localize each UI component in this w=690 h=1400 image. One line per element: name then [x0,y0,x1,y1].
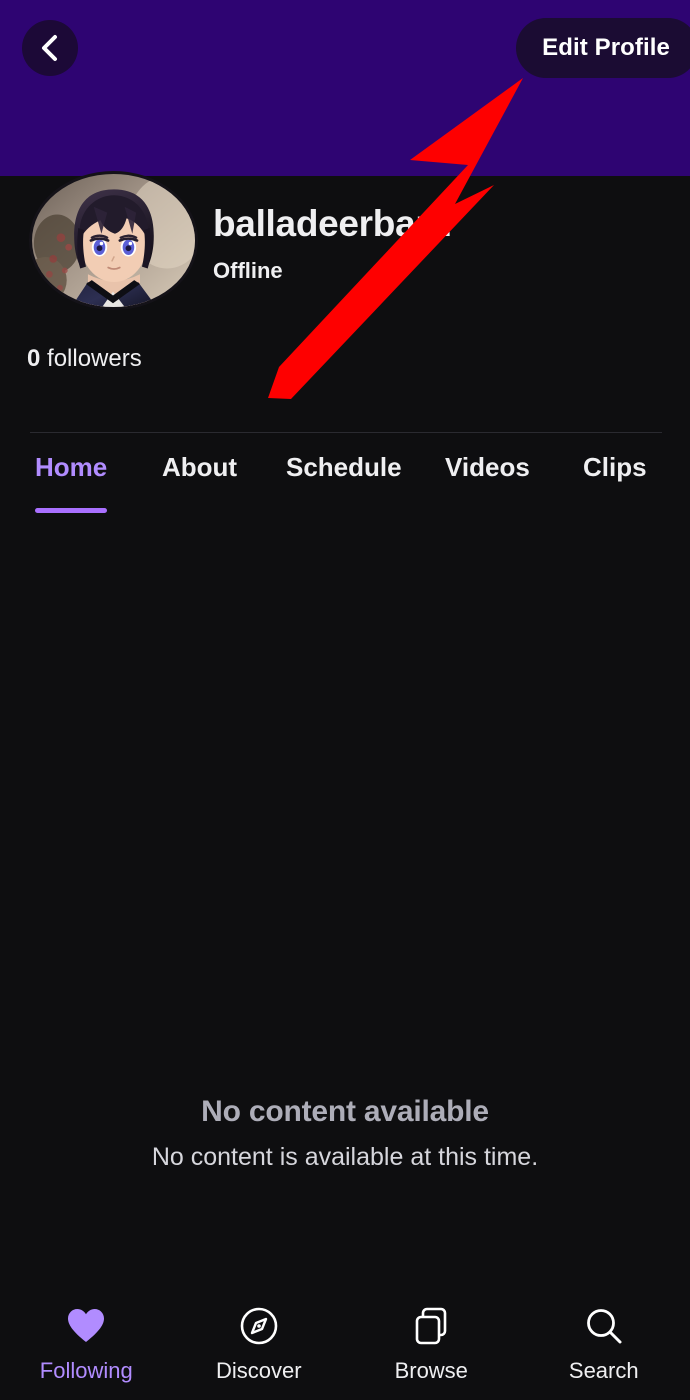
bottom-navigation: Following Discover Browse Search [0,1288,690,1400]
profile-tabs: Home About Schedule Videos Clips [0,452,690,527]
tab-schedule-label: Schedule [286,452,402,482]
nav-label-discover: Discover [215,1358,302,1383]
status-badge: Offline [213,258,283,283]
tab-schedule[interactable]: Schedule [286,452,402,483]
heart-icon [64,1304,108,1348]
chevron-left-icon [37,33,63,63]
tab-clips[interactable]: Clips [583,452,647,483]
cards-stack-icon [409,1304,453,1348]
profile-screen: Edit Profile balladeerbard Offline 0 fol… [0,0,690,1400]
empty-state-title: No content available [201,1095,489,1128]
tab-clips-label: Clips [583,452,647,482]
edit-profile-button[interactable]: Edit Profile [516,18,690,78]
empty-state: No content available No content is avail… [0,1095,690,1172]
nav-item-browse[interactable]: Browse [345,1288,518,1400]
magnifier-icon [582,1304,626,1348]
tab-about[interactable]: About [162,452,237,483]
tab-home-label: Home [35,452,108,482]
tab-videos[interactable]: Videos [445,452,530,483]
avatar-image [32,174,195,307]
tab-about-label: About [162,452,238,482]
avatar[interactable] [29,171,198,310]
nav-item-discover[interactable]: Discover [173,1288,346,1400]
nav-label-search: Search [568,1358,639,1383]
tab-home[interactable]: Home [35,452,108,513]
nav-label-following: Following [39,1358,133,1383]
edit-profile-label: Edit Profile [542,34,670,61]
tab-videos-label: Videos [445,452,530,482]
follower-count-value: 0 [27,345,41,372]
follower-count-label: followers [47,345,142,372]
section-divider [30,432,662,433]
compass-icon [237,1304,281,1348]
follower-count: 0 followers [27,345,142,373]
nav-item-search[interactable]: Search [518,1288,690,1400]
nav-item-following[interactable]: Following [0,1288,173,1400]
empty-state-subtitle: No content is available at this time. [151,1143,539,1171]
nav-label-browse: Browse [394,1358,468,1383]
tab-active-underline [35,508,108,513]
page-title: balladeerbard [213,203,452,244]
profile-banner: Edit Profile [0,0,690,176]
back-button[interactable] [22,20,78,76]
